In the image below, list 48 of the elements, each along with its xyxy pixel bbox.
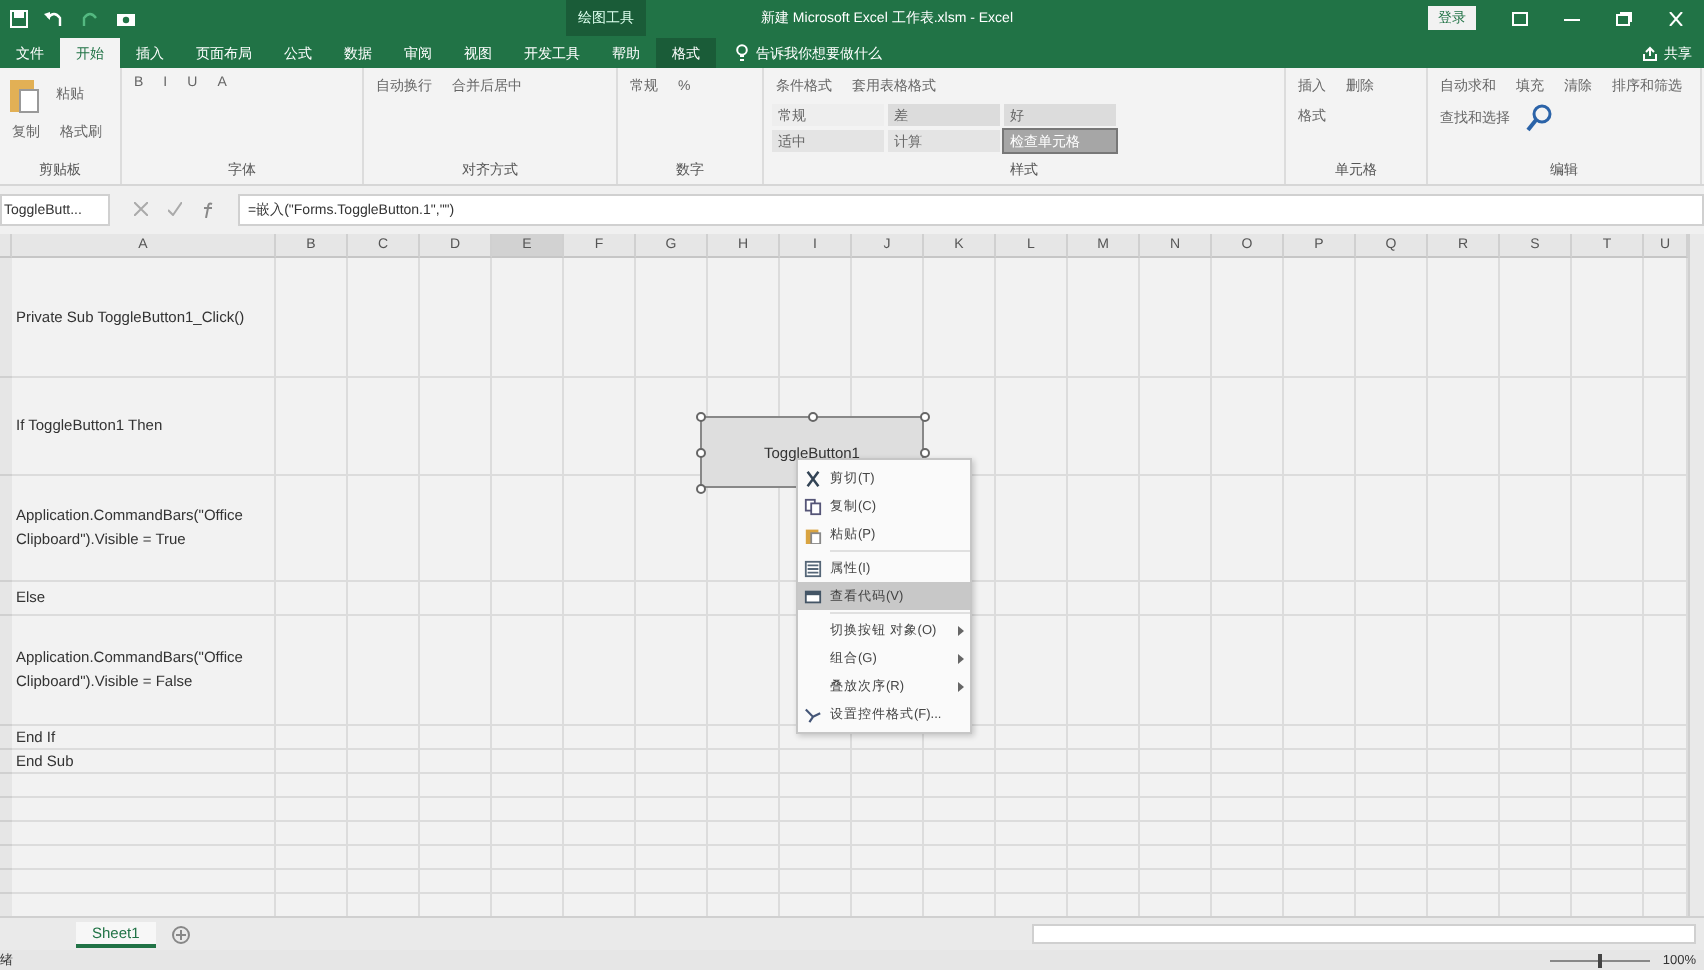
check-icon[interactable] xyxy=(167,202,181,216)
function-icon[interactable] xyxy=(201,202,215,218)
table-cell xyxy=(1428,258,1500,378)
copy-icon xyxy=(804,497,822,515)
submenu-arrow-icon xyxy=(958,681,964,691)
table-cell xyxy=(1212,258,1284,378)
table-cell xyxy=(1284,258,1356,378)
submenu-arrow-icon xyxy=(958,625,964,635)
format-control-icon xyxy=(804,705,822,723)
close-icon[interactable] xyxy=(1668,11,1684,25)
resize-handle[interactable] xyxy=(695,447,705,457)
cancel-icon[interactable] xyxy=(133,202,147,216)
properties-icon xyxy=(804,559,822,577)
search-icon[interactable] xyxy=(1526,104,1554,132)
undo-icon[interactable] xyxy=(44,9,64,27)
table-cell xyxy=(1500,258,1572,378)
ribbon-display-icon[interactable] xyxy=(1512,11,1528,25)
lightbulb-icon xyxy=(736,44,748,62)
restore-icon[interactable] xyxy=(1616,11,1632,25)
resize-handle[interactable] xyxy=(695,411,705,421)
table-cell xyxy=(636,258,708,378)
resize-handle[interactable] xyxy=(919,411,929,421)
table-cell xyxy=(348,258,420,378)
table-cell xyxy=(1140,258,1212,378)
table-cell xyxy=(492,258,564,378)
add-sheet-icon[interactable] xyxy=(171,925,190,943)
table-cell xyxy=(1068,258,1140,378)
code-window-icon xyxy=(804,587,822,605)
table-cell xyxy=(1356,258,1428,378)
redo-icon[interactable] xyxy=(80,9,100,27)
save-icon[interactable] xyxy=(10,9,28,27)
submenu-arrow-icon xyxy=(958,653,964,663)
vertical-scrollbar[interactable] xyxy=(1688,234,1704,916)
clipboard-icon[interactable] xyxy=(8,74,40,114)
zoom-slider-thumb[interactable] xyxy=(1598,954,1603,968)
share-icon[interactable] xyxy=(1642,45,1658,61)
scissors-icon xyxy=(804,469,822,487)
resize-handle[interactable] xyxy=(807,411,817,421)
resize-handle[interactable] xyxy=(695,483,705,493)
table-cell xyxy=(276,258,348,378)
table-cell xyxy=(420,258,492,378)
camera-icon[interactable] xyxy=(116,9,136,27)
table-cell xyxy=(996,258,1068,378)
table-cell xyxy=(564,258,636,378)
clipboard-icon xyxy=(804,525,822,543)
table-cell xyxy=(924,258,996,378)
horizontal-scrollbar[interactable] xyxy=(1032,924,1696,944)
table-cell xyxy=(1572,258,1644,378)
